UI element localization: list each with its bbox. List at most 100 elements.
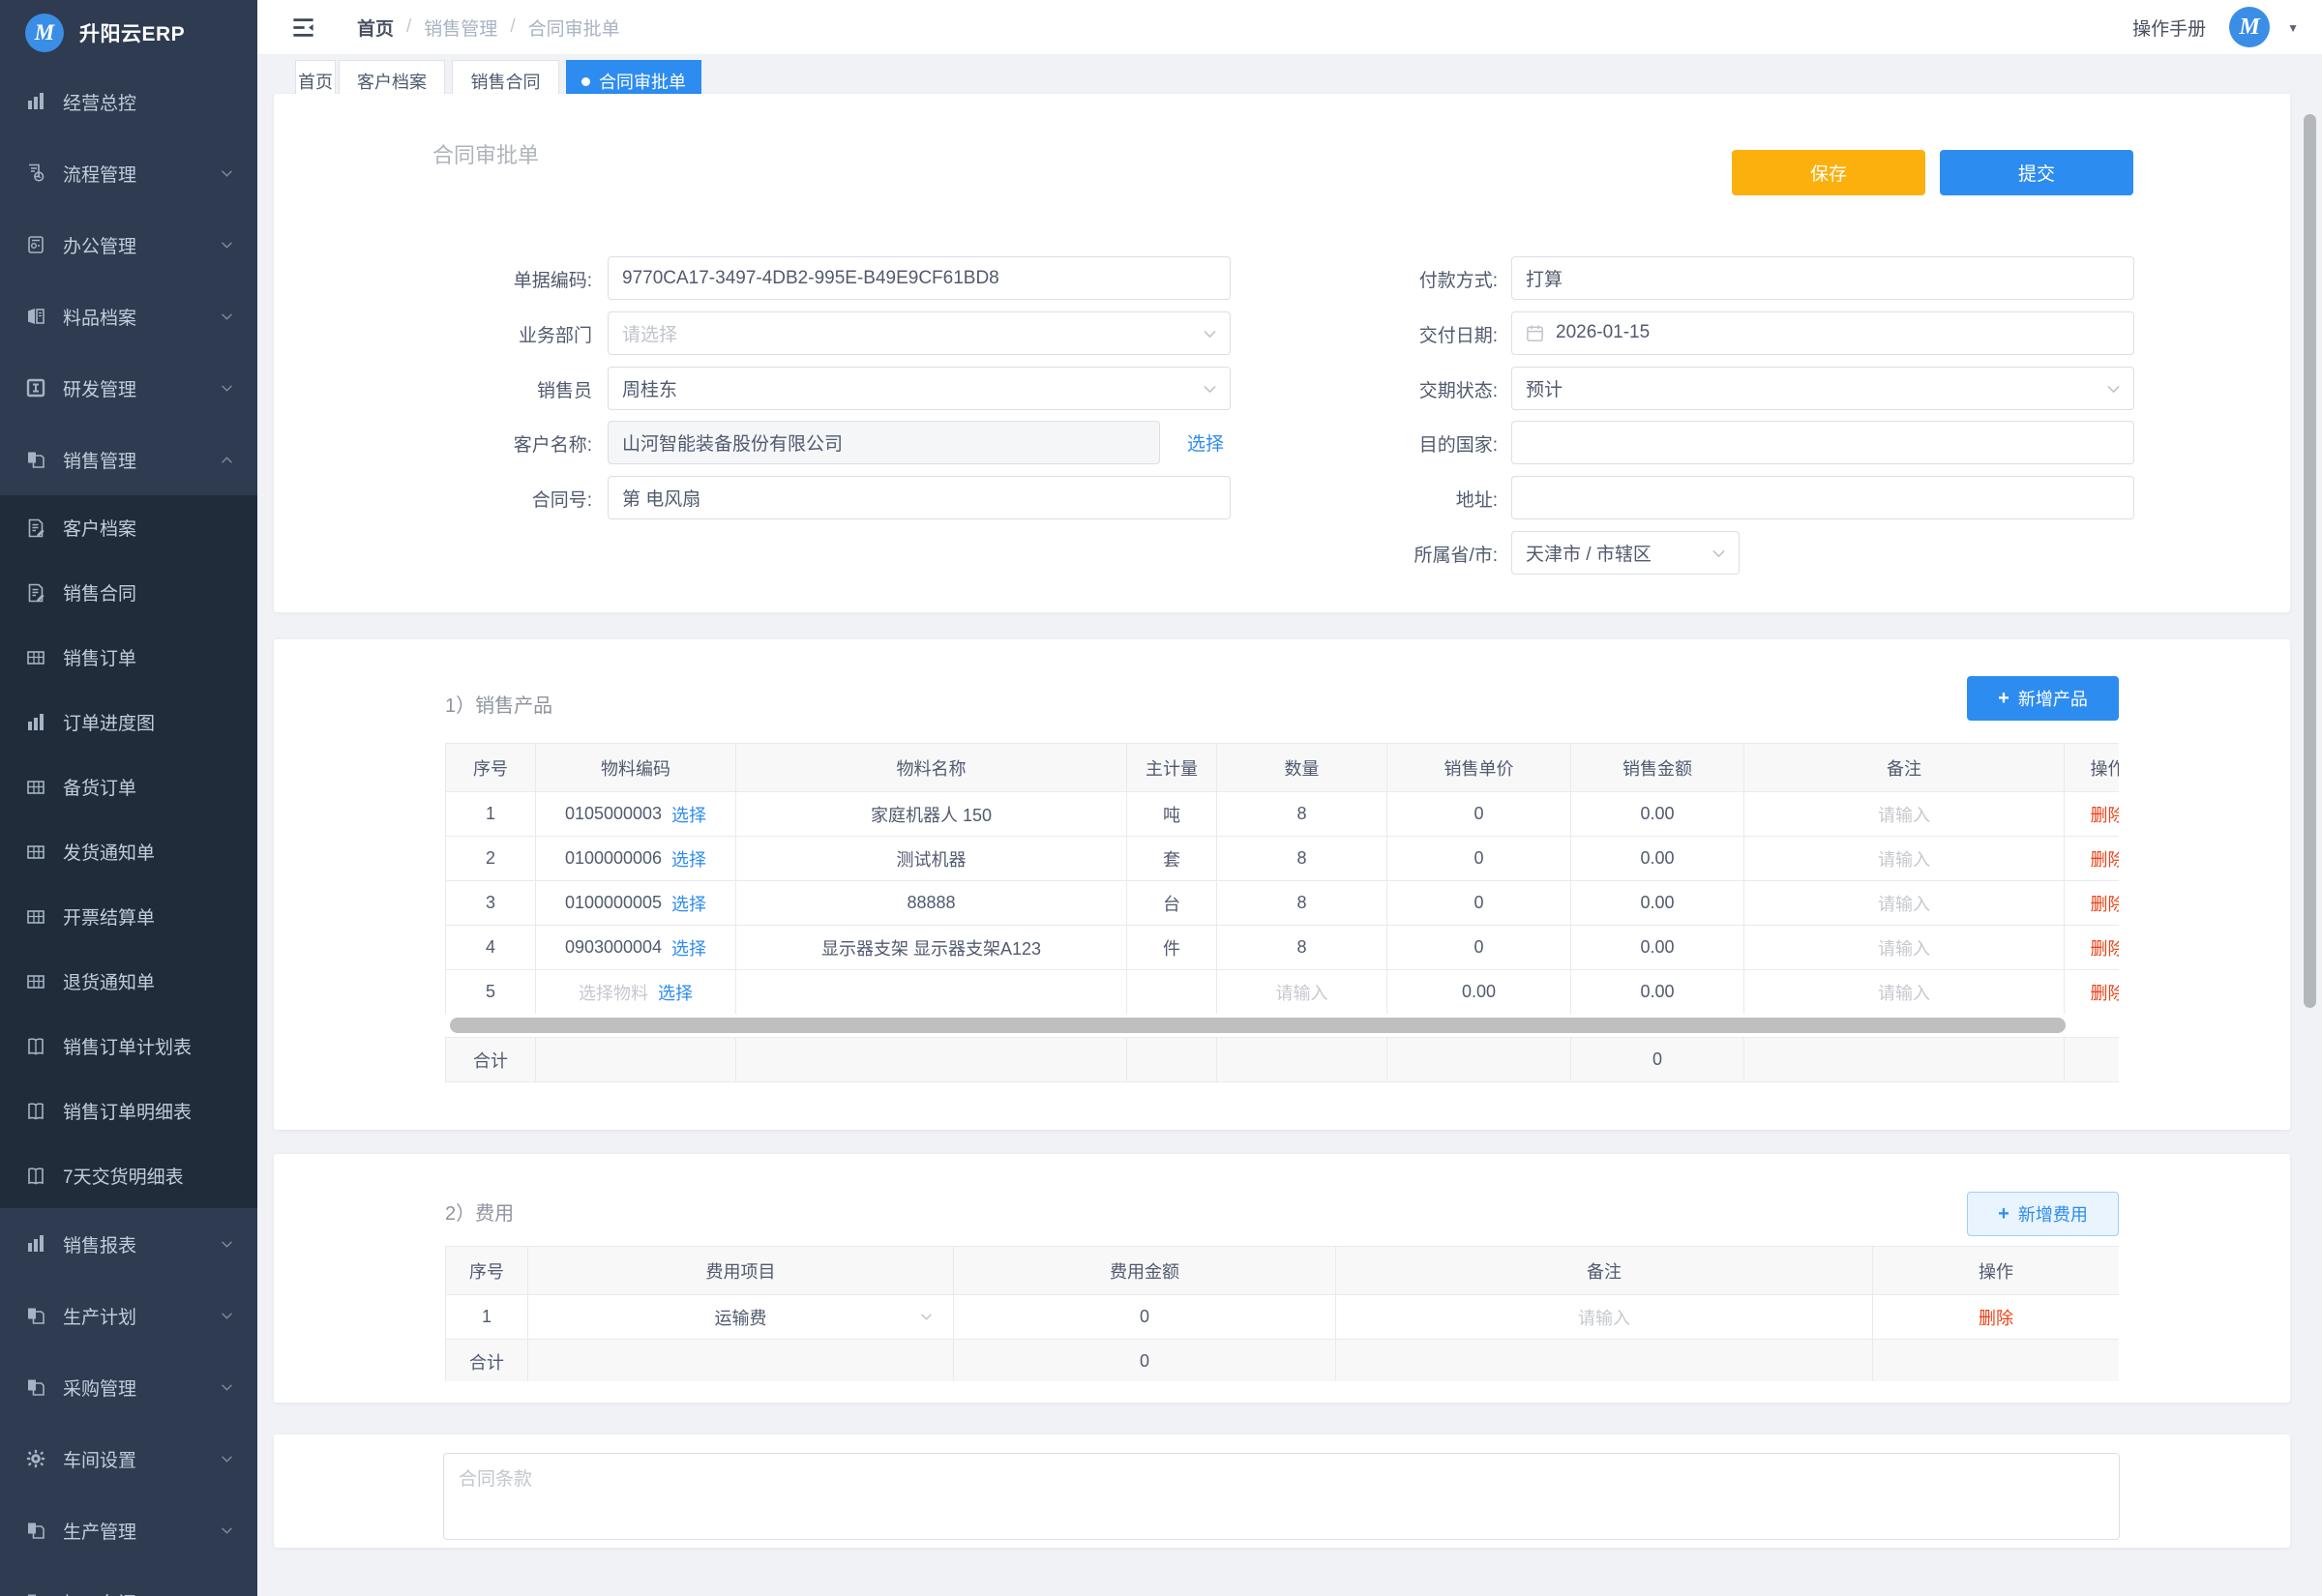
field-交付日期[interactable]: 2026-01-15	[1511, 311, 2134, 355]
fees-total-row: 合计0	[446, 1340, 2120, 1382]
logo-icon	[25, 14, 64, 52]
tab-客户档案[interactable]: 客户档案	[339, 60, 445, 94]
field-value: 天津市 / 市辖区	[1526, 540, 1652, 566]
delete-row-link[interactable]: 删除	[2091, 806, 2120, 825]
submit-button[interactable]: 提交	[1940, 150, 2133, 195]
cell-amount[interactable]: 0	[954, 1295, 1336, 1340]
sidebar-item-生产计划[interactable]: 生产计划	[0, 1280, 257, 1351]
tab-label: 客户档案	[357, 69, 427, 94]
fee-item-select[interactable]: 运输费	[528, 1295, 954, 1340]
delete-row-link[interactable]: 删除	[2091, 939, 2120, 959]
field-业务部门[interactable]: 请选择	[608, 311, 1231, 355]
cell-note[interactable]: 请输入	[1744, 792, 2065, 837]
sidebar-item-客户档案[interactable]: 客户档案	[0, 495, 257, 560]
sidebar-item-办公管理[interactable]: 办公管理	[0, 209, 257, 281]
cell-note[interactable]: 请输入	[1744, 881, 2065, 926]
add-product-button[interactable]: 新增产品	[1967, 676, 2119, 721]
sidebar-item-销售订单计划表[interactable]: 销售订单计划表	[0, 1014, 257, 1079]
fee-item-value: 运输费	[715, 1309, 767, 1328]
choose-material-link[interactable]: 选择	[671, 846, 706, 872]
sidebar-item-销售订单明细表[interactable]: 销售订单明细表	[0, 1079, 257, 1143]
tab-首页[interactable]: 首页	[295, 60, 336, 94]
field-合同号[interactable]: 第 电风扇	[608, 476, 1231, 519]
doc-edit-icon	[26, 583, 45, 603]
cell-code: 0903000004选择	[536, 926, 736, 970]
sidebar-item-采购管理[interactable]: 采购管理	[0, 1351, 257, 1423]
delete-row-link[interactable]: 删除	[2091, 850, 2120, 870]
add-fee-button[interactable]: 新增费用	[1967, 1192, 2119, 1236]
breadcrumb-item[interactable]: 销售管理	[424, 15, 497, 41]
caret-down-icon[interactable]	[2287, 20, 2299, 35]
contract-terms-textarea[interactable]: 合同条款	[443, 1453, 2120, 1540]
cell-qty[interactable]: 8	[1217, 792, 1387, 837]
cell-price[interactable]: 0	[1387, 926, 1571, 970]
cell-qty[interactable]: 请输入	[1217, 970, 1387, 1015]
tab-合同审批单[interactable]: 合同审批单	[566, 60, 701, 94]
sidebar-item-销售合同[interactable]: 销售合同	[0, 560, 257, 625]
avatar[interactable]	[2229, 7, 2270, 47]
cell-qty[interactable]: 8	[1217, 837, 1387, 881]
sidebar-item-退货通知单[interactable]: 退货通知单	[0, 949, 257, 1014]
field-交期状态[interactable]: 预计	[1511, 367, 2134, 410]
sidebar-item-车间设置[interactable]: 车间设置	[0, 1423, 257, 1494]
field-label: 交期状态:	[1198, 376, 1498, 402]
product-row: 20100000006选择测试机器套800.00请输入删除	[446, 837, 2120, 881]
sidebar-item-label: 订单进度图	[63, 709, 155, 735]
field-目的国家[interactable]	[1511, 421, 2134, 464]
manual-link[interactable]: 操作手册	[2132, 15, 2206, 41]
sidebar-item-经营总控[interactable]: 经营总控	[0, 66, 257, 137]
cell-note[interactable]: 请输入	[1336, 1295, 1873, 1340]
cell-note[interactable]: 请输入	[1744, 837, 2065, 881]
column-header: 费用项目	[528, 1247, 954, 1295]
sidebar-item-加工车间[interactable]: 加工车间	[0, 1566, 257, 1596]
sidebar-item-开票结算单[interactable]: 开票结算单	[0, 884, 257, 949]
cell-qty[interactable]: 8	[1217, 926, 1387, 970]
cell-price[interactable]: 0.00	[1387, 970, 1571, 1015]
sidebar-item-订单进度图[interactable]: 订单进度图	[0, 690, 257, 754]
note-placeholder: 请输入	[1878, 850, 1930, 870]
sidebar-item-研发管理[interactable]: 研发管理	[0, 352, 257, 424]
sidebar-item-销售订单[interactable]: 销售订单	[0, 625, 257, 690]
cell-note[interactable]: 请输入	[1744, 970, 2065, 1015]
save-button[interactable]: 保存	[1732, 150, 1925, 195]
sidebar-item-料品档案[interactable]: 料品档案	[0, 281, 257, 352]
tab-销售合同[interactable]: 销售合同	[452, 60, 559, 94]
choose-material-link[interactable]: 选择	[671, 891, 706, 916]
cell-qty[interactable]: 8	[1217, 881, 1387, 926]
column-header: 物料名称	[736, 744, 1127, 792]
sidebar-item-label: 加工车间	[63, 1589, 136, 1596]
choose-material-link[interactable]: 选择	[671, 802, 706, 827]
cell-price[interactable]: 0	[1387, 881, 1571, 926]
vertical-scrollbar[interactable]	[2304, 114, 2316, 1008]
breadcrumb-item[interactable]: 首页	[357, 15, 394, 41]
sidebar-item-备货订单[interactable]: 备货订单	[0, 754, 257, 819]
chevron-down-icon	[1711, 546, 1727, 562]
field-地址[interactable]	[1511, 476, 2134, 519]
field-付款方式[interactable]: 打算	[1511, 256, 2134, 300]
menu-fold-icon[interactable]	[290, 15, 316, 41]
delete-fee-link[interactable]: 删除	[1979, 1309, 2013, 1328]
code-wrap: 0903000004选择	[536, 935, 735, 961]
cell-price[interactable]: 0	[1387, 792, 1571, 837]
products-header-row: 序号物料编码物料名称主计量数量销售单价销售金额备注操作	[446, 744, 2120, 792]
sidebar-item-销售管理[interactable]: 销售管理	[0, 424, 257, 495]
cell-price[interactable]: 0	[1387, 837, 1571, 881]
cell-note[interactable]: 请输入	[1744, 926, 2065, 970]
choose-material-link[interactable]: 选择	[658, 980, 693, 1005]
field-客户名称[interactable]: 山河智能装备股份有限公司	[608, 421, 1160, 464]
delete-row-link[interactable]: 删除	[2091, 984, 2120, 1003]
sidebar-item-生产管理[interactable]: 生产管理	[0, 1494, 257, 1566]
sidebar-item-7天交货明细表[interactable]: 7天交货明细表	[0, 1143, 257, 1208]
choose-material-link[interactable]: 选择	[671, 935, 706, 961]
horizontal-scrollbar-track	[445, 1014, 2119, 1037]
sidebar-item-label: 备货订单	[63, 774, 136, 800]
horizontal-scrollbar[interactable]	[450, 1018, 2066, 1033]
field-所属省市[interactable]: 天津市 / 市辖区	[1511, 531, 1740, 575]
sidebar-item-销售报表[interactable]: 销售报表	[0, 1208, 257, 1280]
field-单据编码[interactable]: 9770CA17-3497-4DB2-995E-B49E9CF61BD8	[608, 256, 1231, 300]
delete-row-link[interactable]: 删除	[2091, 895, 2120, 914]
field-销售员[interactable]: 周桂东	[608, 367, 1231, 410]
total-empty	[2065, 1038, 2120, 1082]
sidebar-item-流程管理[interactable]: 流程管理	[0, 137, 257, 209]
sidebar-item-发货通知单[interactable]: 发货通知单	[0, 819, 257, 884]
